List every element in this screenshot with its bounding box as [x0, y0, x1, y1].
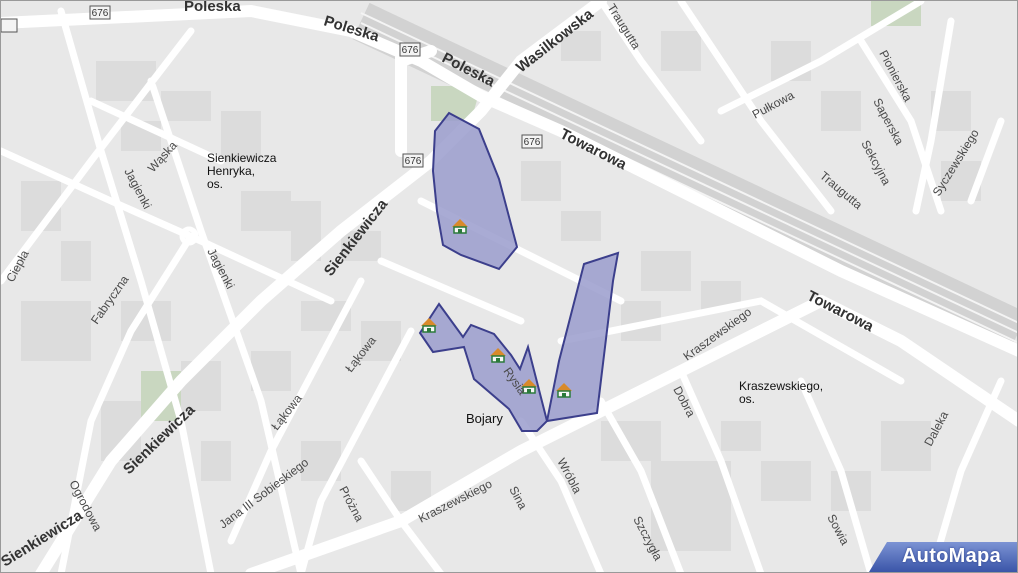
- route-shield: 676: [89, 5, 111, 20]
- route-number: 676: [92, 8, 109, 19]
- place-label-line: os.: [739, 392, 756, 406]
- place-label-kraszewskiego-os: Kraszewskiego, os.: [739, 380, 823, 406]
- route-shield: 676: [521, 134, 543, 149]
- route-shield: 676: [399, 42, 421, 57]
- route-number: 676: [524, 137, 541, 148]
- street-label-poleska-top: Poleska: [184, 1, 241, 15]
- map-view[interactable]: 676 676 676 676 Poleska Poleska Poleska …: [0, 0, 1018, 573]
- route-number: 676: [405, 156, 422, 167]
- automapa-logo: AutoMapa: [869, 542, 1017, 572]
- route-number: 676: [402, 45, 419, 56]
- map-canvas: 676 676 676 676 Poleska Poleska Poleska …: [1, 1, 1017, 572]
- route-shield-edge: [1, 18, 18, 33]
- place-label-line: os.: [207, 177, 224, 191]
- logo-text: AutoMapa: [901, 545, 1001, 567]
- place-label-sienkiewicza-os: Sienkiewicza Henryka, os.: [207, 152, 276, 191]
- district-label-bojary: Bojary: [466, 411, 503, 426]
- route-shield: 676: [402, 153, 424, 168]
